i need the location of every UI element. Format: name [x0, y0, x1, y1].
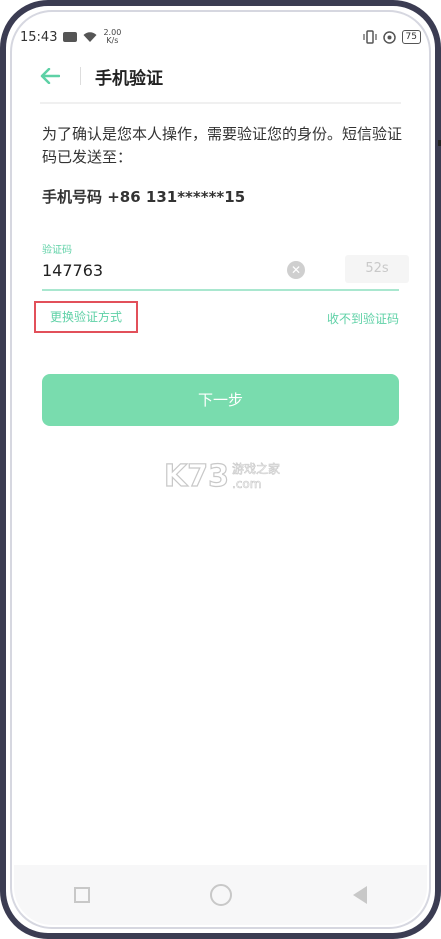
- data-saver-icon: [382, 30, 396, 44]
- status-time: 15:43: [20, 29, 58, 45]
- k73-watermark-logo: K73 游戏之家 .com: [164, 458, 280, 492]
- battery-icon: 75: [401, 30, 421, 44]
- arrow-left-icon[interactable]: [40, 62, 68, 90]
- phone-frame: 15:43 2.00 K/s 75 手机验证 为了确认是您本人操作，需要验证您的…: [0, 0, 441, 939]
- sim-icon: [63, 32, 78, 42]
- no-code-received-link[interactable]: 收不到验证码: [327, 310, 399, 327]
- vibrate-icon: [362, 30, 377, 44]
- next-step-button[interactable]: 下一步: [42, 374, 399, 426]
- input-underline: [42, 289, 399, 291]
- verification-code-input[interactable]: [42, 256, 282, 284]
- resend-countdown-button[interactable]: 52s: [345, 255, 409, 283]
- page-title: 手机验证: [95, 68, 163, 89]
- code-field-label: 验证码: [42, 245, 72, 256]
- svg-text:游戏之家: 游戏之家: [232, 461, 280, 476]
- status-bar: 15:43 2.00 K/s 75: [20, 22, 421, 52]
- verification-description: 为了确认是您本人操作，需要验证您的身份。短信验证码已发送至：: [42, 125, 403, 166]
- svg-text:K73: K73: [164, 459, 229, 492]
- svg-text:.com: .com: [232, 477, 261, 491]
- switch-verification-method-link[interactable]: 更换验证方式: [34, 301, 138, 333]
- home-icon[interactable]: [210, 884, 233, 906]
- net-speed: 2.00 K/s: [103, 28, 122, 45]
- phone-number-line: 手机号码 +86 131******15: [42, 188, 246, 206]
- header-separator: [40, 102, 401, 104]
- header-divider: [80, 67, 81, 85]
- wifi-icon: [83, 31, 97, 42]
- system-nav-bar: [14, 865, 427, 925]
- recent-apps-icon[interactable]: [74, 887, 91, 903]
- back-triangle-icon[interactable]: [352, 886, 367, 904]
- header: 手机验证: [40, 58, 401, 94]
- clear-icon[interactable]: ✕: [287, 261, 305, 279]
